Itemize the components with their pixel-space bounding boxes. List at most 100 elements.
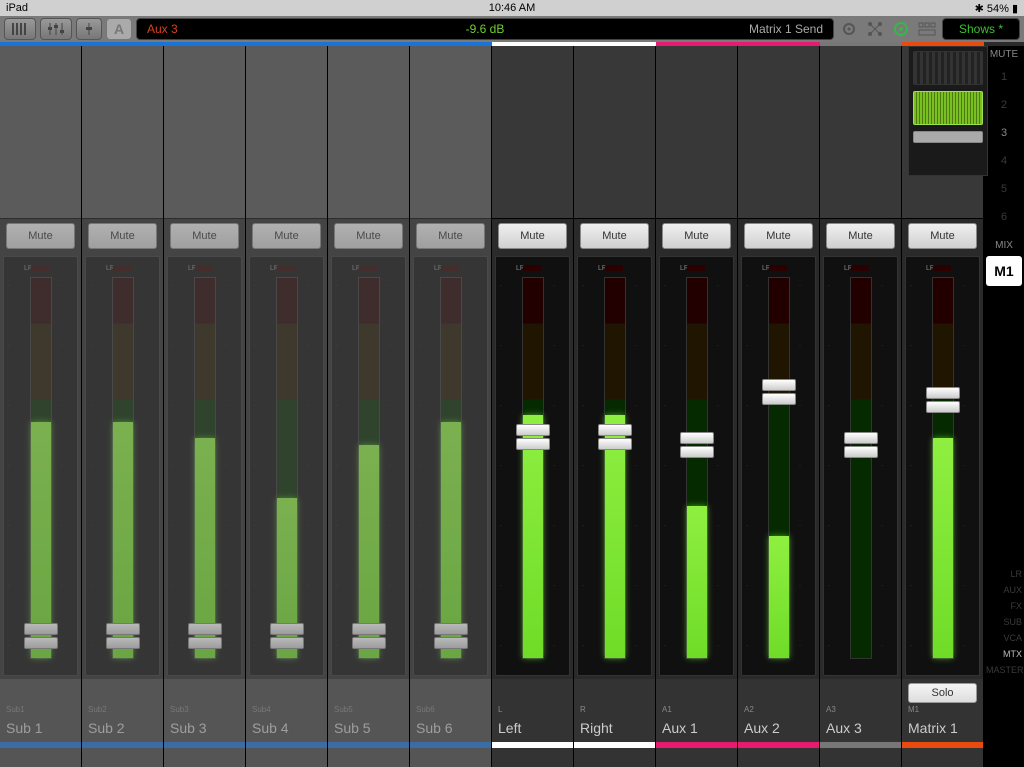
mix-cat-vca[interactable]: VCA (986, 633, 1022, 647)
channel-A2: Mute·······LR·······A2Aux 2 (738, 46, 820, 767)
meters-view-button[interactable] (4, 18, 36, 40)
clip-indicator (113, 265, 131, 271)
shows-label: Shows (959, 22, 995, 36)
channel-name[interactable]: Right (580, 720, 649, 736)
clip-indicator (359, 265, 377, 271)
mute-button[interactable]: Mute (580, 223, 649, 249)
fader-area: ·······LR······· (659, 256, 734, 676)
fader-handle[interactable] (24, 623, 58, 651)
mute-button[interactable]: Mute (416, 223, 485, 249)
channel-name[interactable]: Matrix 1 (908, 720, 977, 736)
mute-group-4[interactable]: 4 (984, 147, 1024, 175)
mute-button[interactable]: Mute (252, 223, 321, 249)
status-time: 10:46 AM (106, 2, 918, 14)
channel-name[interactable]: Sub 6 (416, 720, 485, 736)
channel-id: Sub4 (252, 705, 321, 714)
mute-groups-header: MUTE (984, 46, 1024, 63)
clip-indicator (605, 265, 623, 271)
mix-cat-masters[interactable]: MASTERS (986, 665, 1022, 679)
channel-id: Sub3 (170, 705, 239, 714)
channel-name[interactable]: Sub 1 (6, 720, 75, 736)
fader-handle[interactable] (516, 424, 550, 452)
overview-bank-3[interactable] (913, 131, 983, 143)
overview-panel[interactable] (908, 46, 988, 176)
lcd-channel: Aux 3 (147, 22, 267, 36)
mute-button[interactable]: Mute (826, 223, 895, 249)
fader-handle[interactable] (844, 432, 878, 460)
channel-Sub4: Mute ·······LR······· Sub4 Sub 4 (246, 46, 328, 767)
mute-button[interactable]: Mute (744, 223, 813, 249)
mix-cat-mtx[interactable]: MTX (986, 649, 1022, 663)
channel-name[interactable]: Sub 3 (170, 720, 239, 736)
status-battery: ✱ 54% ▮ (918, 2, 1018, 15)
mute-button[interactable]: Mute (908, 223, 977, 249)
clip-indicator (277, 265, 295, 271)
mute-button[interactable]: Mute (88, 223, 157, 249)
channel-name[interactable]: Aux 1 (662, 720, 731, 736)
channel-Sub1: Mute·······LR·······Sub1Sub 1 (0, 46, 82, 767)
lcd-value: -9.6 dB (267, 22, 703, 36)
channel-name[interactable]: Aux 2 (744, 720, 813, 736)
auto-button[interactable]: A (106, 18, 132, 40)
channel-id: A1 (662, 705, 731, 714)
mix-cat-aux[interactable]: AUX (986, 585, 1022, 599)
shows-dirty: * (998, 22, 1003, 36)
mix-cat-lr[interactable]: LR (986, 569, 1022, 583)
mute-group-1[interactable]: 1 (984, 63, 1024, 91)
channel-id: Sub1 (6, 705, 75, 714)
single-fader-button[interactable] (76, 18, 102, 40)
overview-bank-2[interactable] (913, 91, 983, 125)
fader-handle[interactable] (106, 623, 140, 651)
channel-name[interactable]: Sub 5 (334, 720, 403, 736)
mix-cat-sub[interactable]: SUB (986, 617, 1022, 631)
mute-button[interactable]: Mute (662, 223, 731, 249)
shows-button[interactable]: Shows * (942, 18, 1020, 40)
settings-icon[interactable] (838, 18, 860, 40)
fader-handle[interactable] (270, 623, 304, 651)
channel-L: Mute·······LR·······LLeft (492, 46, 574, 767)
channel-id: Sub6 (416, 705, 485, 714)
fader-handle[interactable] (926, 387, 960, 415)
fader-handle[interactable] (680, 432, 714, 460)
routing-icon[interactable] (864, 18, 886, 40)
channel-name[interactable]: Sub 4 (252, 720, 321, 736)
mute-button[interactable]: Mute (6, 223, 75, 249)
level-meter (30, 277, 52, 659)
lcd-display[interactable]: Aux 3 -9.6 dB Matrix 1 Send (136, 18, 834, 40)
faders-view-button[interactable] (40, 18, 72, 40)
fader-area: ·······LR······· (741, 256, 816, 676)
level-meter (276, 277, 298, 659)
channel-name[interactable]: Aux 3 (826, 720, 895, 736)
mute-group-5[interactable]: 5 (984, 175, 1024, 203)
mix-cat-fx[interactable]: FX (986, 601, 1022, 615)
mute-group-2[interactable]: 2 (984, 91, 1024, 119)
fader-handle[interactable] (762, 379, 796, 407)
channel-name[interactable]: Left (498, 720, 567, 736)
fader-handle[interactable] (434, 623, 468, 651)
fader-handle[interactable] (188, 623, 222, 651)
mute-button[interactable]: Mute (170, 223, 239, 249)
fader-handle[interactable] (598, 424, 632, 452)
layout-icon[interactable] (916, 18, 938, 40)
fader-area: ·······LR······· (249, 256, 324, 676)
mute-button[interactable]: Mute (498, 223, 567, 249)
channel-strip-container: Mute·······LR·······Sub1Sub 1Mute·······… (0, 46, 984, 767)
fader-area: ·······LR······· (331, 256, 406, 676)
mute-group-6[interactable]: 6 (984, 203, 1024, 231)
channel-R: Mute·······LR·······RRight (574, 46, 656, 767)
channel-id: M1 (908, 705, 977, 714)
mute-group-3[interactable]: 3 (984, 119, 1024, 147)
clip-indicator (523, 265, 541, 271)
mix-select-button[interactable]: M1 (986, 256, 1022, 286)
level-meter (768, 277, 790, 659)
side-panel: MUTE 123456 MIX M1 LRAUXFXSUBVCAMTXMASTE… (984, 46, 1024, 767)
level-meter (850, 277, 872, 659)
channel-id: Sub2 (88, 705, 157, 714)
fader-handle[interactable] (352, 623, 386, 651)
record-icon[interactable] (890, 18, 912, 40)
solo-button[interactable]: Solo (908, 683, 977, 703)
channel-name[interactable]: Sub 2 (88, 720, 157, 736)
fader-area: ·······LR······· (905, 256, 980, 676)
overview-bank-1[interactable] (913, 51, 983, 85)
mute-button[interactable]: Mute (334, 223, 403, 249)
